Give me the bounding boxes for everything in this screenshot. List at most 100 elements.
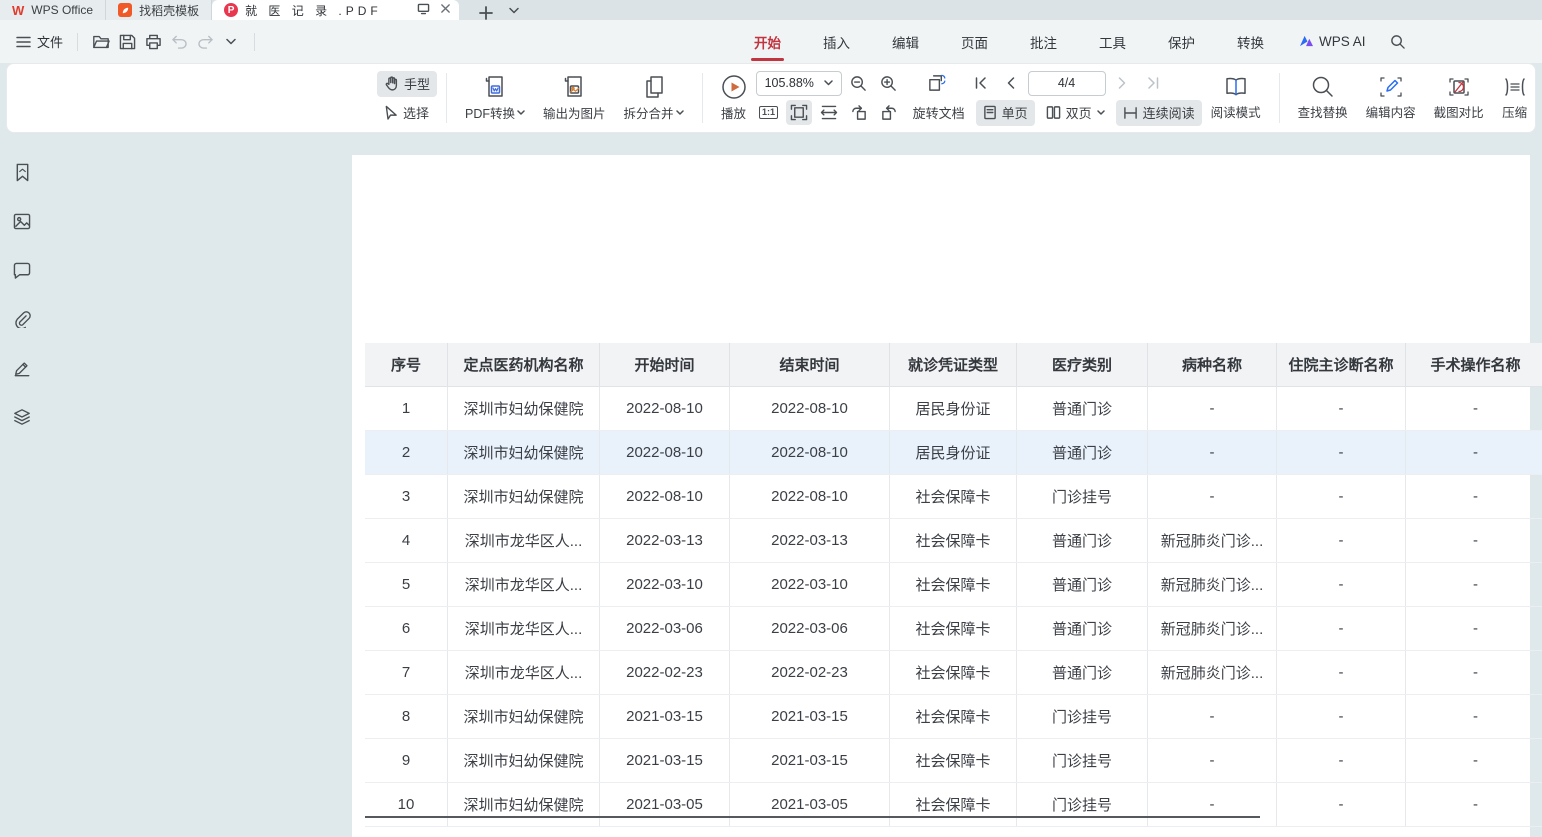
table-cell: 7	[365, 651, 448, 694]
chevron-down-icon	[676, 110, 684, 115]
menu-tab-convert[interactable]: 转换	[1216, 20, 1285, 63]
open-file-button[interactable]	[88, 29, 114, 55]
table-cell: -	[1148, 387, 1277, 430]
table-cell: 居民身份证	[890, 387, 1017, 430]
single-page-button[interactable]: 单页	[976, 100, 1035, 126]
pdf-convert-button[interactable]: PDF转换	[456, 69, 534, 127]
thumbnails-panel-button[interactable]	[8, 207, 36, 235]
zoom-level-select[interactable]: 105.88%	[756, 71, 842, 96]
menu-tab-tools[interactable]: 工具	[1078, 20, 1147, 63]
rotate-left-button[interactable]	[846, 100, 872, 125]
table-cell: 2022-03-06	[730, 607, 890, 650]
pdf-convert-label: PDF转换	[465, 103, 515, 122]
next-page-button[interactable]	[1110, 71, 1136, 96]
table-cell: 新冠肺炎门诊...	[1148, 651, 1277, 694]
zoom-in-button[interactable]	[876, 71, 902, 96]
menu-tab-home[interactable]: 开始	[733, 20, 802, 63]
table-header-cell: 开始时间	[600, 343, 730, 386]
table-cell: 9	[365, 739, 448, 782]
actual-size-button[interactable]: 1:1	[756, 100, 782, 125]
paperclip-icon	[13, 310, 31, 328]
fit-page-button[interactable]	[786, 100, 812, 125]
table-cell: 深圳市妇幼保健院	[448, 431, 600, 474]
tab-wps-office[interactable]: W WPS Office	[0, 0, 106, 20]
divider	[446, 73, 447, 123]
tab-document-pdf[interactable]: P 就 医 记 录 .PDF	[212, 0, 459, 20]
chevron-down-icon	[517, 110, 525, 115]
quick-access-chevron-icon[interactable]	[218, 29, 244, 55]
one-to-one-icon: 1:1	[759, 106, 778, 119]
single-page-label: 单页	[1002, 103, 1028, 122]
pdf-convert-icon	[483, 74, 507, 100]
cursor-icon	[384, 105, 398, 120]
page-indicator: 4/4	[1058, 76, 1075, 90]
bookmarks-panel-button[interactable]	[8, 158, 36, 186]
edit-content-button[interactable]: 编辑内容	[1357, 69, 1425, 127]
table-cell: 社会保障卡	[890, 739, 1017, 782]
continuous-read-button[interactable]: 连续阅读	[1116, 100, 1202, 126]
zoom-out-button[interactable]	[846, 71, 872, 96]
comment-icon	[13, 262, 31, 279]
table-cell: -	[1406, 783, 1542, 826]
rotate-right-button[interactable]	[876, 100, 902, 125]
select-tool-button[interactable]: 选择	[377, 100, 437, 126]
undo-button[interactable]	[166, 29, 192, 55]
read-mode-button[interactable]: 阅读模式	[1202, 69, 1270, 127]
print-button[interactable]	[140, 29, 166, 55]
menu-tab-protect[interactable]: 保护	[1147, 20, 1216, 63]
save-button[interactable]	[114, 29, 140, 55]
export-image-icon	[562, 74, 586, 100]
find-replace-label: 查找替换	[1298, 102, 1348, 121]
menu-tab-strip: 开始 插入 编辑 页面 批注 工具 保护 转换 WPS AI	[733, 20, 1415, 63]
wps-ai-button[interactable]: WPS AI	[1285, 34, 1380, 49]
menu-search-button[interactable]	[1380, 34, 1415, 49]
fit-width-button[interactable]	[816, 100, 842, 125]
double-page-button[interactable]: 双页	[1039, 100, 1112, 126]
menu-tab-edit[interactable]: 编辑	[871, 20, 940, 63]
table-cell: -	[1277, 387, 1406, 430]
divider	[1279, 73, 1280, 123]
table-cell: 新冠肺炎门诊...	[1148, 607, 1277, 650]
compress-button[interactable]: 压缩	[1493, 69, 1537, 127]
read-mode-label: 阅读模式	[1211, 102, 1261, 121]
table-header-cell: 序号	[365, 343, 448, 386]
menu-tab-comment[interactable]: 批注	[1009, 20, 1078, 63]
tab-docer-templates[interactable]: 找稻壳模板	[106, 0, 212, 20]
hamburger-icon	[16, 36, 31, 48]
tab-list-chevron-icon[interactable]	[509, 0, 519, 20]
find-replace-button[interactable]: 查找替换	[1289, 69, 1357, 127]
swap-pages-button[interactable]	[924, 71, 950, 96]
table-cell: -	[1406, 387, 1542, 430]
table-cell: 社会保障卡	[890, 695, 1017, 738]
close-tab-icon[interactable]	[440, 3, 451, 17]
rotate-document-button[interactable]: 旋转文档	[906, 100, 972, 126]
table-row: 5深圳市龙华区人...2022-03-102022-03-10社会保障卡普通门诊…	[365, 563, 1542, 607]
table-cell: 深圳市妇幼保健院	[448, 695, 600, 738]
table-cell: 新冠肺炎门诊...	[1148, 519, 1277, 562]
bookmark-icon	[14, 163, 31, 182]
table-cell: 1	[365, 387, 448, 430]
attachments-panel-button[interactable]	[8, 305, 36, 333]
hand-tool-button[interactable]: 手型	[377, 71, 437, 97]
signature-panel-button[interactable]	[8, 354, 36, 382]
enter-fullscreen-icon[interactable]	[417, 3, 430, 18]
split-merge-button[interactable]: 拆分合并	[615, 69, 693, 127]
first-page-button[interactable]	[968, 71, 994, 96]
page-number-input[interactable]: 4/4	[1028, 71, 1106, 96]
play-button[interactable]: 播放	[712, 69, 756, 127]
file-menu-button[interactable]: 文件	[12, 32, 67, 51]
table-cell: -	[1406, 651, 1542, 694]
edit-content-icon	[1378, 75, 1404, 99]
comments-panel-button[interactable]	[8, 256, 36, 284]
menu-tab-page[interactable]: 页面	[940, 20, 1009, 63]
previous-page-button[interactable]	[998, 71, 1024, 96]
ribbon-empty-area	[15, 69, 377, 127]
screenshot-compare-button[interactable]: 截图对比	[1425, 69, 1493, 127]
table-cell: -	[1148, 431, 1277, 474]
redo-button[interactable]	[192, 29, 218, 55]
menu-tab-insert[interactable]: 插入	[802, 20, 871, 63]
layers-panel-button[interactable]	[8, 403, 36, 431]
table-cell: 2021-03-05	[600, 783, 730, 826]
export-image-button[interactable]: 输出为图片	[534, 69, 615, 127]
last-page-button[interactable]	[1140, 71, 1166, 96]
